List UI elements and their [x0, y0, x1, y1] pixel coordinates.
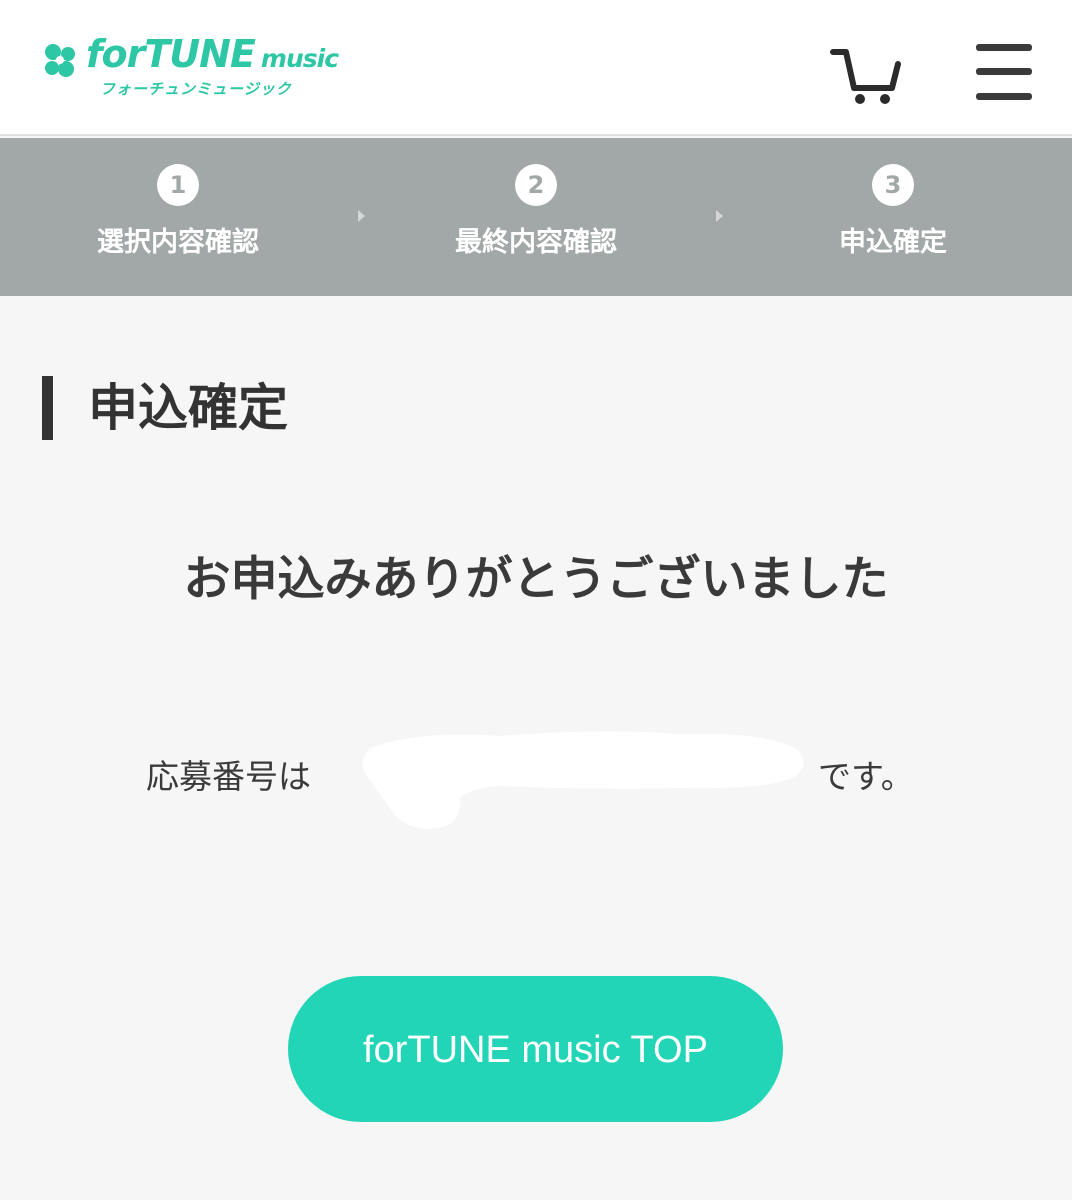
page-title: 申込確定: [88, 379, 288, 437]
application-number-row: 応募番号は です。: [0, 731, 1072, 829]
application-number-prefix: 応募番号は: [146, 757, 311, 796]
clover-icon: [45, 44, 75, 77]
step-label: 最終内容確認: [455, 227, 617, 258]
step-arrow-icon: [358, 210, 365, 222]
step-number: 3: [872, 164, 914, 206]
logo-kana: フォーチュンミュージック: [100, 80, 292, 98]
menu-line: [976, 44, 1032, 51]
application-number-suffix: です。: [818, 757, 914, 796]
menu-line: [976, 93, 1032, 100]
logo-wordmark-main: forTUNE: [86, 32, 256, 76]
logo-wordmark-sub: music: [260, 44, 339, 73]
step-number: 2: [515, 164, 557, 206]
progress-steps: 1 選択内容確認 2 最終内容確認 3 申込確定: [0, 138, 1072, 296]
thank-you-message: お申込みありがとうございました: [183, 552, 889, 607]
step-arrow-icon: [716, 210, 723, 222]
logo-wordmark: forTUNE music: [86, 32, 339, 76]
fortune-music-logo[interactable]: forTUNE music フォーチュンミュージック: [40, 32, 339, 102]
fortune-music-top-button[interactable]: forTUNE music TOP: [288, 976, 783, 1122]
step-2: 2 最終内容確認: [406, 164, 666, 259]
step-3: 3 申込確定: [763, 164, 1023, 259]
redacted-application-number: [362, 731, 804, 829]
step-label: 申込確定: [839, 227, 947, 258]
cart-icon[interactable]: [830, 44, 902, 106]
step-1: 1 選択内容確認: [48, 164, 308, 259]
hamburger-menu-icon[interactable]: [976, 44, 1034, 102]
site-header: forTUNE music フォーチュンミュージック: [0, 0, 1072, 136]
menu-line: [976, 68, 1032, 75]
step-number: 1: [157, 164, 199, 206]
step-label: 選択内容確認: [97, 227, 259, 258]
title-accent-bar: [42, 376, 53, 440]
